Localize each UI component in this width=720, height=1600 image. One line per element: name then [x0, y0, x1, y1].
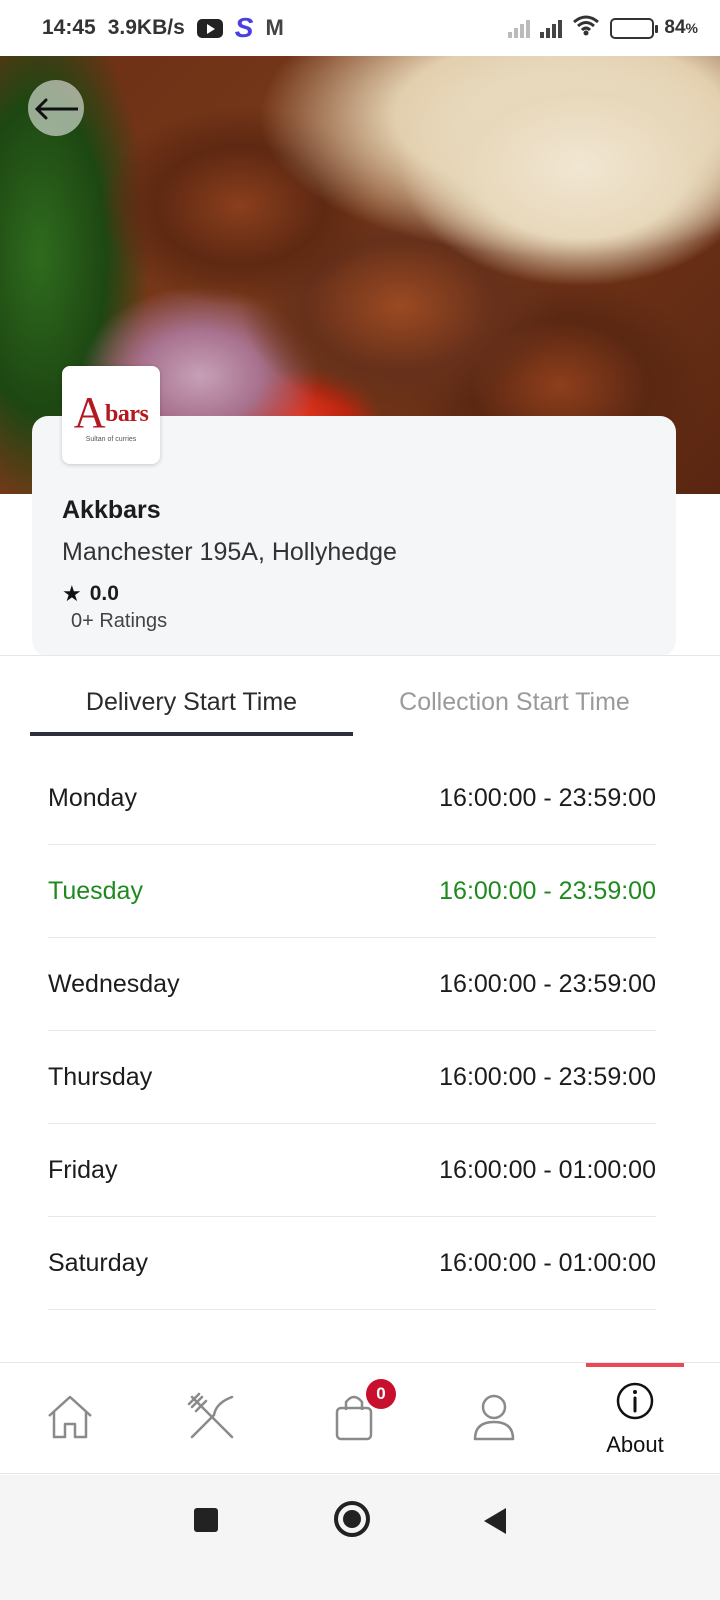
hours-value: 16:00:00 - 01:00:00 [439, 1155, 656, 1184]
wifi-icon [572, 14, 600, 42]
hours-value: 16:00:00 - 23:59:00 [439, 969, 656, 998]
schedule-row: Saturday 16:00:00 - 01:00:00 [48, 1217, 656, 1310]
star-icon: ★ [62, 581, 82, 606]
tab-collection-start-time[interactable]: Collection Start Time [353, 688, 676, 717]
day-label: Wednesday [48, 969, 180, 998]
rating-row: ★ 0.0 [62, 581, 119, 607]
schedule-row: Wednesday 16:00:00 - 23:59:00 [48, 938, 656, 1031]
day-label: Thursday [48, 1062, 153, 1091]
active-tab-indicator [30, 732, 353, 736]
nav-cart[interactable] [284, 1363, 424, 1475]
schedule-row: Tuesday 16:00:00 - 23:59:00 [48, 845, 656, 938]
system-navigation-bar [0, 1475, 720, 1600]
logo-subtitle: Sultan of curries [85, 436, 137, 443]
signal-icon [508, 18, 531, 38]
day-label: Tuesday [48, 876, 143, 905]
hours-value: 16:00:00 - 23:59:00 [439, 876, 656, 905]
info-icon [615, 1381, 655, 1426]
restaurant-logo: Abars Sultan of curries [62, 366, 160, 464]
nav-about-label: About [606, 1431, 664, 1457]
status-network-speed: 3.9KB/s [107, 16, 185, 39]
status-time: 14:45 [42, 16, 96, 39]
signal-icon [540, 18, 563, 38]
day-label: Saturday [48, 1248, 149, 1277]
day-label: Monday [48, 783, 137, 812]
fork-knife-icon [186, 1391, 238, 1448]
back-triangle-icon[interactable] [484, 1508, 506, 1534]
recent-apps-icon[interactable] [194, 1508, 218, 1532]
tab-delivery-start-time[interactable]: Delivery Start Time [30, 688, 353, 717]
home-icon [45, 1394, 95, 1445]
restaurant-address: Manchester 195A, Hollyhedge [62, 538, 397, 566]
youtube-icon [196, 18, 223, 38]
hours-value: 16:00:00 - 23:59:00 [439, 1062, 656, 1091]
home-circle-icon[interactable] [334, 1501, 370, 1537]
schedule-row: Monday 16:00:00 - 23:59:00 [48, 752, 656, 845]
opening-hours-list: Monday 16:00:00 - 23:59:00 Tuesday 16:00… [48, 752, 656, 1310]
arrow-left-icon [34, 87, 80, 129]
status-bar: 14:45 3.9KB/s S M 84% [0, 0, 720, 56]
nav-about[interactable]: About [586, 1363, 684, 1475]
cart-count-badge: 0 [366, 1379, 396, 1409]
user-icon [472, 1392, 516, 1447]
nav-home[interactable] [0, 1363, 140, 1475]
logo-initial: A [73, 388, 106, 437]
rating-value: 0.0 [89, 582, 119, 605]
restaurant-name: Akkbars [62, 496, 161, 524]
schedule-row: Friday 16:00:00 - 01:00:00 [48, 1124, 656, 1217]
back-button[interactable] [28, 80, 84, 136]
s-app-icon: S [234, 12, 254, 43]
schedule-row: Thursday 16:00:00 - 23:59:00 [48, 1031, 656, 1124]
ratings-count: 0+ Ratings [71, 610, 168, 632]
battery-percent-suffix: % [685, 20, 698, 36]
nav-menu[interactable] [142, 1363, 282, 1475]
bottom-navigation: About [0, 1362, 720, 1474]
hours-value: 16:00:00 - 01:00:00 [439, 1248, 656, 1277]
gmail-icon: M [265, 15, 284, 40]
nav-profile[interactable] [424, 1363, 564, 1475]
divider [0, 655, 720, 656]
battery-icon [610, 17, 659, 39]
battery-percent: 84 [664, 17, 686, 38]
day-label: Friday [48, 1155, 118, 1184]
logo-text: bars [104, 401, 149, 427]
hours-value: 16:00:00 - 23:59:00 [439, 783, 656, 812]
